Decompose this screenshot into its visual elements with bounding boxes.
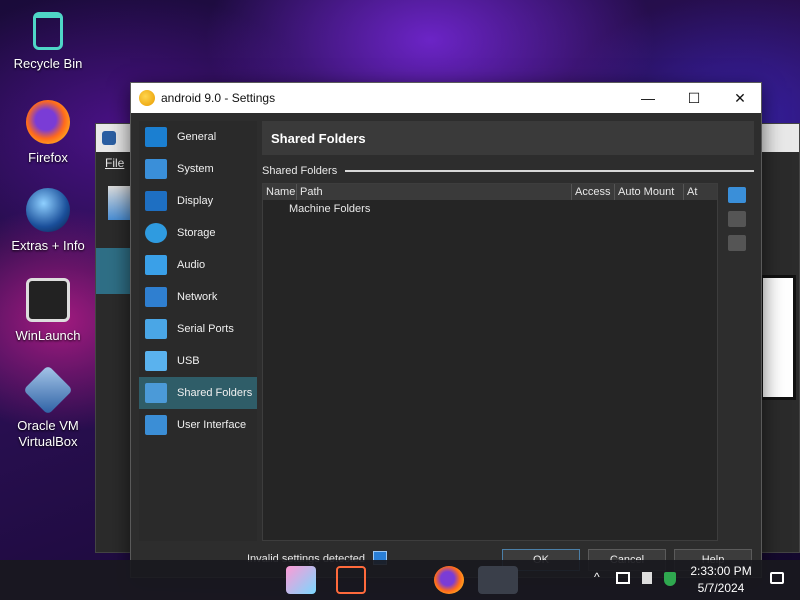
defender-tray-icon[interactable] <box>664 572 676 586</box>
desktop-icon-label: VirtualBox <box>18 434 78 449</box>
column-header-at[interactable]: At <box>684 184 717 200</box>
desktop-icon-label: Extras + Info <box>11 238 85 253</box>
group-divider <box>345 170 754 172</box>
page-title: Shared Folders <box>262 121 754 155</box>
column-header-auto-mount[interactable]: Auto Mount <box>615 184 684 200</box>
tools-icon[interactable] <box>108 186 130 220</box>
vm-list-item-selected[interactable] <box>96 248 132 294</box>
remove-folder-icon[interactable] <box>728 235 746 251</box>
taskbar: ^ 2:33:00 PM 5/7/2024 <box>0 560 800 600</box>
sidebar-item-shared-folders[interactable]: Shared Folders <box>139 377 257 409</box>
tree-row-machine-folders[interactable]: Machine Folders <box>263 200 717 216</box>
group-title-label: Shared Folders <box>262 165 338 177</box>
desktop-icon-virtualbox[interactable]: Oracle VM VirtualBox <box>3 365 93 450</box>
close-button[interactable]: ✕ <box>717 83 763 113</box>
clock-time: 2:33:00 PM <box>690 564 752 578</box>
usb-icon <box>145 351 167 371</box>
settings-sidebar: General System Display Storage Audio Net… <box>139 121 257 541</box>
sidebar-item-general[interactable]: General <box>139 121 257 153</box>
sidebar-item-label: System <box>177 163 214 175</box>
minimize-button[interactable]: — <box>625 83 671 113</box>
sidebar-item-network[interactable]: Network <box>139 281 257 313</box>
virtualbox-icon <box>23 365 73 415</box>
column-header-access[interactable]: Access <box>572 184 615 200</box>
sidebar-item-label: Shared Folders <box>177 387 253 399</box>
sidebar-item-system[interactable]: System <box>139 153 257 185</box>
maximize-button[interactable]: ☐ <box>671 83 717 113</box>
desktop-icon-extras-info[interactable]: Extras + Info <box>3 188 93 254</box>
sidebar-item-label: General <box>177 131 217 143</box>
virtualbox-taskbar-icon[interactable] <box>478 566 518 594</box>
edit-folder-icon[interactable] <box>728 211 746 227</box>
system-icon <box>145 159 167 179</box>
column-header-path[interactable]: Path <box>297 184 572 200</box>
extras-info-icon <box>26 188 70 232</box>
desktop-icon-label: WinLaunch <box>15 328 81 343</box>
settings-content: Shared Folders Shared Folders Name Path … <box>262 121 754 541</box>
shared-folders-tree[interactable]: Name Path Access Auto Mount At Machine F… <box>262 183 718 541</box>
column-header-name[interactable]: Name <box>263 184 297 200</box>
sidebar-item-usb[interactable]: USB <box>139 345 257 377</box>
desktop-icon-firefox[interactable]: Firefox <box>3 100 93 166</box>
sidebar-item-label: Network <box>177 291 218 303</box>
dialog-titlebar: android 9.0 - Settings — ☐ ✕ <box>131 83 761 113</box>
network-tray-icon[interactable] <box>616 572 630 584</box>
recycle-bin-icon <box>33 12 63 50</box>
shared-folders-icon <box>145 383 167 403</box>
clock-date: 5/7/2024 <box>697 581 745 595</box>
sidebar-item-label: USB <box>177 355 200 367</box>
desktop-icon-recycle-bin[interactable]: Recycle Bin <box>3 12 93 72</box>
manager-preview-panel <box>760 275 796 400</box>
sidebar-item-storage[interactable]: Storage <box>139 217 257 249</box>
settings-dialog: android 9.0 - Settings — ☐ ✕ General Sys… <box>130 82 762 578</box>
sidebar-item-serial-ports[interactable]: Serial Ports <box>139 313 257 345</box>
network-icon <box>145 287 167 307</box>
desktop-icon-label: Recycle Bin <box>13 56 83 71</box>
dialog-title: android 9.0 - Settings <box>161 91 276 105</box>
general-icon <box>145 127 167 147</box>
sidebar-item-audio[interactable]: Audio <box>139 249 257 281</box>
vm-app-icon <box>139 90 155 106</box>
group-title: Shared Folders <box>262 165 754 177</box>
sidebar-item-label: User Interface <box>177 419 247 431</box>
user-interface-icon <box>145 415 167 435</box>
desktop-icon-label: Firefox <box>28 150 68 165</box>
sidebar-item-label: Display <box>177 195 214 207</box>
sidebar-item-user-interface[interactable]: User Interface <box>139 409 257 441</box>
desktop-icon-label: Oracle VM <box>17 418 79 433</box>
file-explorer-icon[interactable] <box>336 566 366 594</box>
virtualbox-icon <box>102 131 116 145</box>
storage-icon <box>145 223 167 243</box>
audio-icon <box>145 255 167 275</box>
tray-chevron[interactable]: ^ <box>594 570 600 584</box>
desktop-icon-winlaunch[interactable]: WinLaunch <box>3 278 93 344</box>
display-icon <box>145 191 167 211</box>
notifications-icon[interactable] <box>770 572 784 584</box>
firefox-icon <box>26 100 70 144</box>
serial-ports-icon <box>145 319 167 339</box>
sidebar-item-label: Serial Ports <box>177 323 234 335</box>
add-folder-icon[interactable] <box>728 187 746 203</box>
firefox-taskbar-icon[interactable] <box>434 566 464 594</box>
sidebar-item-display[interactable]: Display <box>139 185 257 217</box>
volume-tray-icon[interactable] <box>642 572 652 584</box>
menu-file[interactable]: File <box>105 156 124 170</box>
start-icon[interactable] <box>286 566 316 594</box>
tree-header: Name Path Access Auto Mount At <box>263 184 717 200</box>
sidebar-item-label: Audio <box>177 259 206 271</box>
system-clock[interactable]: 2:33:00 PM 5/7/2024 <box>676 563 766 597</box>
sidebar-item-label: Storage <box>177 227 216 239</box>
winlaunch-icon <box>26 278 70 322</box>
